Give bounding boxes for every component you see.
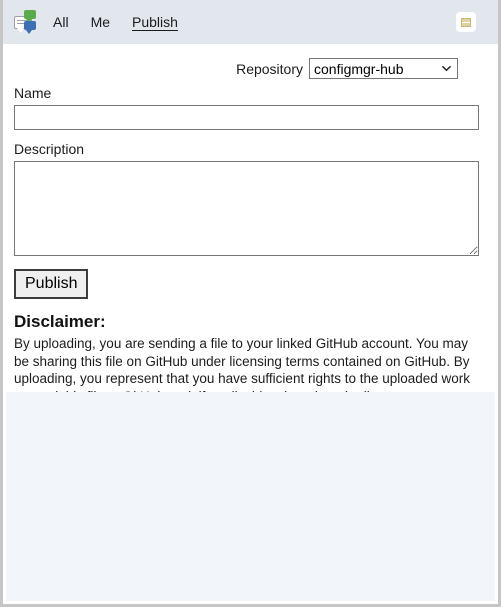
disclaimer-title: Disclaimer: [14,312,106,331]
repository-select-wrapper: configmgr-hub [309,58,458,79]
repository-label: Repository [236,60,303,77]
repository-select[interactable]: configmgr-hub [309,58,458,79]
top-toolbar: All Me Publish [3,0,498,44]
nav-item-all[interactable]: All [53,13,69,31]
comments-icon [13,9,39,35]
publish-button-row: Publish [3,256,498,299]
publish-window: All Me Publish Repository configmgr-hub … [0,0,501,607]
notes-icon [461,17,471,27]
footer-pane [6,392,495,601]
comment-bubble-green [24,10,36,23]
repository-row: Repository configmgr-hub [3,44,498,79]
nav-item-me[interactable]: Me [91,13,110,31]
name-label: Name [14,85,52,101]
name-input[interactable] [14,105,479,130]
comment-bubble-blue [24,21,36,34]
description-textarea[interactable] [14,161,479,256]
nav-item-publish[interactable]: Publish [132,13,178,31]
publish-form: Repository configmgr-hub Name Descriptio… [3,44,498,423]
publish-button[interactable]: Publish [14,269,89,299]
notes-icon-button[interactable] [456,12,476,32]
description-label: Description [14,141,85,157]
